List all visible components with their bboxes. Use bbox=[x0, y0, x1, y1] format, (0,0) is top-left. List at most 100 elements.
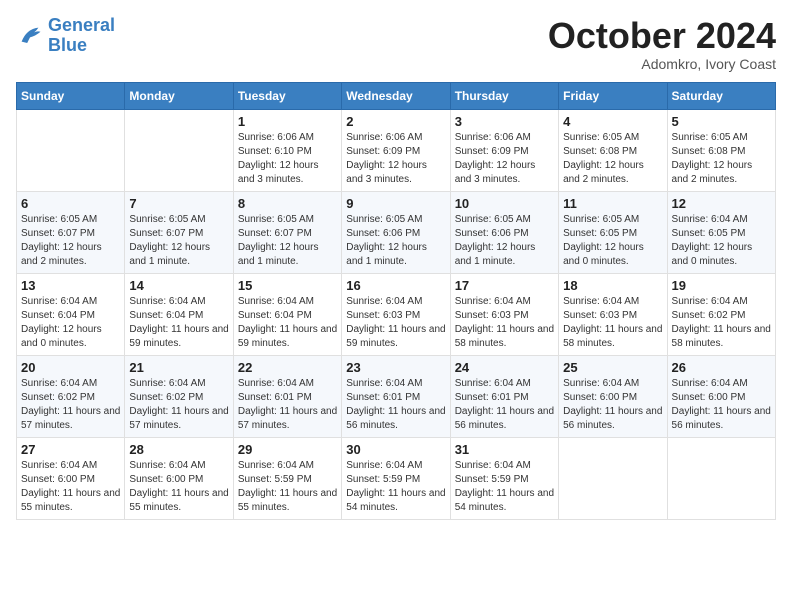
calendar-cell bbox=[125, 109, 233, 191]
calendar-week-row: 27 Sunrise: 6:04 AM Sunset: 6:00 PM Dayli… bbox=[17, 437, 776, 519]
day-detail: Sunrise: 6:05 AM Sunset: 6:08 PM Dayligh… bbox=[563, 131, 662, 187]
day-number: 15 bbox=[238, 278, 337, 293]
day-number: 13 bbox=[21, 278, 120, 293]
calendar-table: SundayMondayTuesdayWednesdayThursdayFrid… bbox=[16, 82, 776, 520]
day-detail: Sunrise: 6:04 AM Sunset: 6:01 PM Dayligh… bbox=[238, 377, 337, 433]
day-detail: Sunrise: 6:04 AM Sunset: 5:59 PM Dayligh… bbox=[346, 459, 445, 515]
calendar-cell: 14 Sunrise: 6:04 AM Sunset: 6:04 PM Dayli… bbox=[125, 273, 233, 355]
calendar-cell: 5 Sunrise: 6:05 AM Sunset: 6:08 PM Daylig… bbox=[667, 109, 775, 191]
day-detail: Sunrise: 6:04 AM Sunset: 6:05 PM Dayligh… bbox=[672, 213, 771, 269]
day-detail: Sunrise: 6:04 AM Sunset: 6:04 PM Dayligh… bbox=[21, 295, 120, 351]
day-number: 28 bbox=[129, 442, 228, 457]
calendar-cell: 6Sunrise: 6:05 AM Sunset: 6:07 PM Daylig… bbox=[17, 191, 125, 273]
day-number: 10 bbox=[455, 196, 554, 211]
calendar-cell: 18Sunrise: 6:04 AM Sunset: 6:03 PM Dayli… bbox=[559, 273, 667, 355]
calendar-cell bbox=[667, 437, 775, 519]
logo: General Blue bbox=[16, 16, 115, 56]
day-detail: Sunrise: 6:06 AM Sunset: 6:10 PM Dayligh… bbox=[238, 131, 337, 187]
weekday-header-friday: Friday bbox=[559, 82, 667, 109]
weekday-header-row: SundayMondayTuesdayWednesdayThursdayFrid… bbox=[17, 82, 776, 109]
day-detail: Sunrise: 6:04 AM Sunset: 5:59 PM Dayligh… bbox=[238, 459, 337, 515]
calendar-cell: 23Sunrise: 6:04 AM Sunset: 6:01 PM Dayli… bbox=[342, 355, 450, 437]
calendar-cell: 25 Sunrise: 6:04 AM Sunset: 6:00 PM Dayli… bbox=[559, 355, 667, 437]
calendar-week-row: 13 Sunrise: 6:04 AM Sunset: 6:04 PM Dayli… bbox=[17, 273, 776, 355]
calendar-header: SundayMondayTuesdayWednesdayThursdayFrid… bbox=[17, 82, 776, 109]
calendar-cell: 26Sunrise: 6:04 AM Sunset: 6:00 PM Dayli… bbox=[667, 355, 775, 437]
day-detail: Sunrise: 6:04 AM Sunset: 6:00 PM Dayligh… bbox=[129, 459, 228, 515]
day-number: 11 bbox=[563, 196, 662, 211]
day-detail: Sunrise: 6:04 AM Sunset: 6:01 PM Dayligh… bbox=[455, 377, 554, 433]
weekday-header-wednesday: Wednesday bbox=[342, 82, 450, 109]
weekday-header-saturday: Saturday bbox=[667, 82, 775, 109]
calendar-cell: 3 Sunrise: 6:06 AM Sunset: 6:09 PM Daylig… bbox=[450, 109, 558, 191]
day-number: 25 bbox=[563, 360, 662, 375]
day-number: 17 bbox=[455, 278, 554, 293]
title-area: October 2024 Adomkro, Ivory Coast bbox=[548, 16, 776, 72]
day-detail: Sunrise: 6:04 AM Sunset: 6:00 PM Dayligh… bbox=[672, 377, 771, 433]
day-number: 24 bbox=[455, 360, 554, 375]
day-number: 6 bbox=[21, 196, 120, 211]
location-subtitle: Adomkro, Ivory Coast bbox=[548, 56, 776, 72]
calendar-cell: 15 Sunrise: 6:04 AM Sunset: 6:04 PM Dayli… bbox=[233, 273, 341, 355]
logo-text: General Blue bbox=[48, 16, 115, 56]
day-number: 19 bbox=[672, 278, 771, 293]
day-number: 3 bbox=[455, 114, 554, 129]
calendar-cell: 4Sunrise: 6:05 AM Sunset: 6:08 PM Daylig… bbox=[559, 109, 667, 191]
day-detail: Sunrise: 6:04 AM Sunset: 6:02 PM Dayligh… bbox=[672, 295, 771, 351]
day-number: 5 bbox=[672, 114, 771, 129]
day-detail: Sunrise: 6:06 AM Sunset: 6:09 PM Dayligh… bbox=[455, 131, 554, 187]
day-number: 27 bbox=[21, 442, 120, 457]
day-detail: Sunrise: 6:05 AM Sunset: 6:07 PM Dayligh… bbox=[129, 213, 228, 269]
calendar-cell bbox=[17, 109, 125, 191]
calendar-cell: 7Sunrise: 6:05 AM Sunset: 6:07 PM Daylig… bbox=[125, 191, 233, 273]
calendar-week-row: 1 Sunrise: 6:06 AM Sunset: 6:10 PM Daylig… bbox=[17, 109, 776, 191]
calendar-cell: 8 Sunrise: 6:05 AM Sunset: 6:07 PM Daylig… bbox=[233, 191, 341, 273]
day-detail: Sunrise: 6:06 AM Sunset: 6:09 PM Dayligh… bbox=[346, 131, 445, 187]
day-detail: Sunrise: 6:04 AM Sunset: 6:02 PM Dayligh… bbox=[129, 377, 228, 433]
calendar-cell: 22 Sunrise: 6:04 AM Sunset: 6:01 PM Dayli… bbox=[233, 355, 341, 437]
calendar-week-row: 6 Sunrise: 6:05 AM Sunset: 6:07 PM Daylig… bbox=[17, 191, 776, 273]
calendar-cell: 11 Sunrise: 6:05 AM Sunset: 6:05 PM Dayli… bbox=[559, 191, 667, 273]
calendar-cell: 9Sunrise: 6:05 AM Sunset: 6:06 PM Daylig… bbox=[342, 191, 450, 273]
day-number: 1 bbox=[238, 114, 337, 129]
day-detail: Sunrise: 6:04 AM Sunset: 6:03 PM Dayligh… bbox=[346, 295, 445, 351]
day-number: 29 bbox=[238, 442, 337, 457]
day-detail: Sunrise: 6:05 AM Sunset: 6:06 PM Dayligh… bbox=[346, 213, 445, 269]
day-detail: Sunrise: 6:04 AM Sunset: 6:03 PM Dayligh… bbox=[455, 295, 554, 351]
calendar-cell: 21 Sunrise: 6:04 AM Sunset: 6:02 PM Dayli… bbox=[125, 355, 233, 437]
calendar-cell: 1 Sunrise: 6:06 AM Sunset: 6:10 PM Daylig… bbox=[233, 109, 341, 191]
day-detail: Sunrise: 6:04 AM Sunset: 6:03 PM Dayligh… bbox=[563, 295, 662, 351]
month-title: October 2024 bbox=[548, 16, 776, 56]
calendar-cell: 17 Sunrise: 6:04 AM Sunset: 6:03 PM Dayli… bbox=[450, 273, 558, 355]
calendar-cell: 24 Sunrise: 6:04 AM Sunset: 6:01 PM Dayli… bbox=[450, 355, 558, 437]
day-detail: Sunrise: 6:05 AM Sunset: 6:07 PM Dayligh… bbox=[238, 213, 337, 269]
logo-icon bbox=[16, 22, 44, 50]
calendar-week-row: 20 Sunrise: 6:04 AM Sunset: 6:02 PM Dayli… bbox=[17, 355, 776, 437]
calendar-cell: 19 Sunrise: 6:04 AM Sunset: 6:02 PM Dayli… bbox=[667, 273, 775, 355]
day-number: 20 bbox=[21, 360, 120, 375]
calendar-cell bbox=[559, 437, 667, 519]
day-number: 14 bbox=[129, 278, 228, 293]
calendar-cell: 28 Sunrise: 6:04 AM Sunset: 6:00 PM Dayli… bbox=[125, 437, 233, 519]
calendar-cell: 27 Sunrise: 6:04 AM Sunset: 6:00 PM Dayli… bbox=[17, 437, 125, 519]
day-number: 22 bbox=[238, 360, 337, 375]
day-detail: Sunrise: 6:04 AM Sunset: 6:00 PM Dayligh… bbox=[21, 459, 120, 515]
day-number: 21 bbox=[129, 360, 228, 375]
day-detail: Sunrise: 6:04 AM Sunset: 6:04 PM Dayligh… bbox=[238, 295, 337, 351]
weekday-header-tuesday: Tuesday bbox=[233, 82, 341, 109]
weekday-header-monday: Monday bbox=[125, 82, 233, 109]
calendar-cell: 12 Sunrise: 6:04 AM Sunset: 6:05 PM Dayli… bbox=[667, 191, 775, 273]
day-detail: Sunrise: 6:04 AM Sunset: 6:00 PM Dayligh… bbox=[563, 377, 662, 433]
day-detail: Sunrise: 6:05 AM Sunset: 6:05 PM Dayligh… bbox=[563, 213, 662, 269]
day-detail: Sunrise: 6:04 AM Sunset: 6:04 PM Dayligh… bbox=[129, 295, 228, 351]
calendar-cell: 30 Sunrise: 6:04 AM Sunset: 5:59 PM Dayli… bbox=[342, 437, 450, 519]
day-detail: Sunrise: 6:04 AM Sunset: 5:59 PM Dayligh… bbox=[455, 459, 554, 515]
day-detail: Sunrise: 6:04 AM Sunset: 6:01 PM Dayligh… bbox=[346, 377, 445, 433]
day-detail: Sunrise: 6:05 AM Sunset: 6:08 PM Dayligh… bbox=[672, 131, 771, 187]
day-number: 30 bbox=[346, 442, 445, 457]
page-header: General Blue October 2024 Adomkro, Ivory… bbox=[16, 16, 776, 72]
day-number: 12 bbox=[672, 196, 771, 211]
day-number: 31 bbox=[455, 442, 554, 457]
calendar-cell: 31 Sunrise: 6:04 AM Sunset: 5:59 PM Dayli… bbox=[450, 437, 558, 519]
day-number: 8 bbox=[238, 196, 337, 211]
